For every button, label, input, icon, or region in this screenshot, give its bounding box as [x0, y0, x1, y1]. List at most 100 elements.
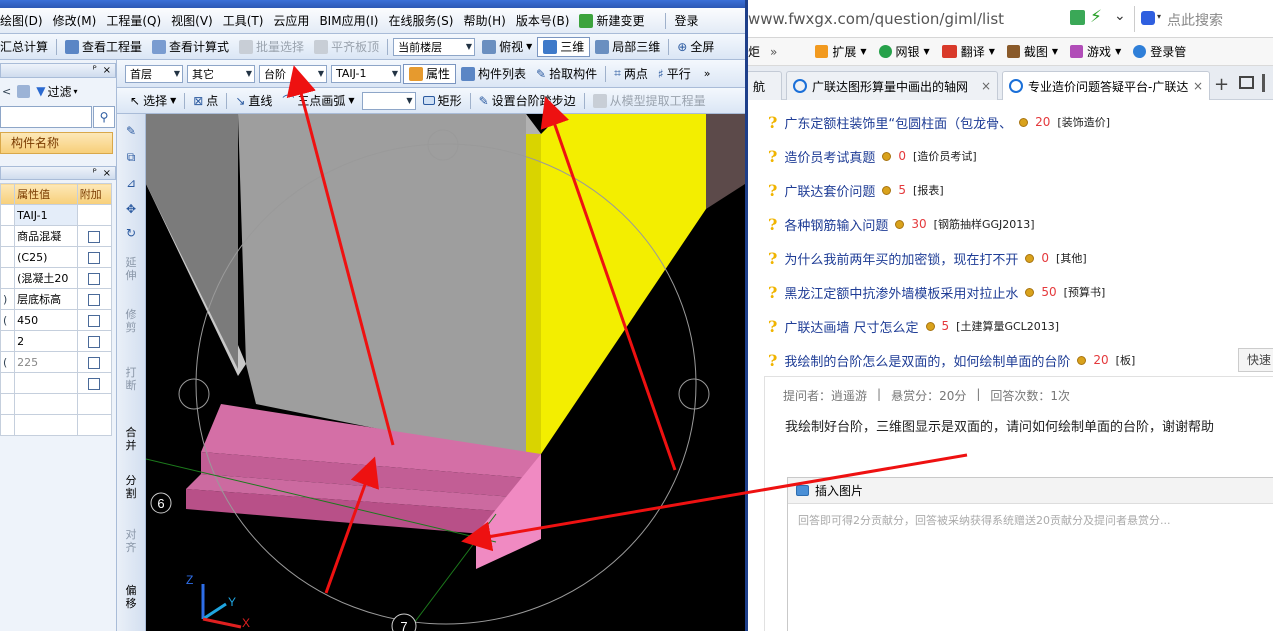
parallel-button[interactable]: ♯ 平行 [653, 60, 696, 87]
property-value[interactable]: 225 [14, 351, 78, 373]
insert-image-button[interactable]: 插入图片 [788, 478, 1273, 504]
menu-view[interactable]: 视图(V) [166, 8, 218, 33]
floor-select[interactable]: 首层 ▼ [125, 64, 183, 83]
netbank-button[interactable]: 网银 ▼ [878, 43, 930, 60]
extra-checkbox[interactable] [88, 251, 101, 264]
menu-tools[interactable]: 工具(T) [218, 8, 269, 33]
question-row[interactable]: ? 广联达画墙 尺寸怎么定 5 [土建算量GCL2013] [768, 315, 1059, 337]
extra-checkbox[interactable] [88, 356, 101, 369]
line-tool[interactable]: ↘ 直线 [230, 88, 277, 113]
close-icon[interactable]: × [103, 65, 111, 76]
pick-component-button[interactable]: ✎ 拾取构件 [531, 60, 602, 87]
extra-checkbox[interactable] [88, 335, 101, 348]
tab-axis-grid[interactable]: 广联达图形算量中画出的轴网 × [786, 71, 998, 100]
new-component-icon[interactable] [17, 84, 31, 98]
break-tool[interactable]: 打断 [121, 366, 141, 392]
move-icon[interactable]: ✥ [124, 202, 138, 216]
quick-answer-button[interactable]: 快速 [1238, 348, 1273, 372]
menu-modify[interactable]: 修改(M) [48, 8, 102, 33]
lightning-icon[interactable]: ⚡ [1090, 7, 1102, 27]
property-value[interactable] [14, 414, 78, 436]
property-value[interactable] [14, 393, 78, 415]
question-title[interactable]: 各种钢筋输入问题 [784, 215, 888, 234]
menu-help[interactable]: 帮助(H) [458, 8, 510, 33]
component-list-button[interactable]: 构件列表 [456, 60, 531, 87]
menu-version[interactable]: 版本号(B) [511, 8, 575, 33]
three-d-button[interactable]: 三维 [537, 36, 591, 57]
element-name-select[interactable]: TAIJ-1 ▼ [331, 64, 401, 83]
question-title[interactable]: 我绘制的台阶怎么是双面的，如何绘制单面的台阶 [784, 351, 1070, 370]
translate-button[interactable]: 翻译 ▼ [941, 43, 995, 60]
question-row[interactable]: ? 广东定额柱装饰里“包圆柱面（包龙骨、 20 [装饰造价] [768, 111, 1110, 133]
floor-scope-select[interactable]: 当前楼层 ▼ [393, 37, 476, 56]
close-icon[interactable]: × [103, 168, 111, 179]
arc-tool[interactable]: ⌒ 三点画弧 ▼ [277, 88, 359, 113]
trim-tool[interactable]: 修剪 [121, 308, 141, 334]
menu-online-service[interactable]: 在线服务(S) [383, 8, 458, 33]
more-icon[interactable]: » [770, 45, 777, 59]
three-d-viewport[interactable]: 6 7 Z Y X [146, 114, 745, 631]
local-3d-button[interactable]: 局部三维 [590, 34, 665, 59]
search-icon[interactable]: ⚲ [93, 106, 115, 128]
brush-icon[interactable]: ✎ [124, 124, 138, 138]
question-title[interactable]: 为什么我前两年买的加密锁，现在打不开 [784, 249, 1018, 268]
property-value[interactable]: 层底标高 [14, 288, 78, 310]
select-tool[interactable]: ↖ 选择 ▼ [125, 88, 181, 113]
property-value[interactable] [14, 372, 78, 394]
property-value[interactable]: 2 [14, 330, 78, 352]
question-title[interactable]: 黑龙江定额中抗渗外墙模板采用对拉止水 [784, 283, 1018, 302]
new-change-button[interactable]: 新建变更 [574, 8, 649, 33]
view-mode-dropdown[interactable]: 俯视 ▼ [477, 34, 537, 59]
menu-cloud[interactable]: 云应用 [268, 8, 314, 33]
draw-mode-select[interactable]: ▼ [361, 91, 416, 110]
close-tab-icon[interactable]: × [1193, 79, 1203, 93]
rotate-icon[interactable]: ↻ [124, 226, 138, 240]
question-row[interactable]: ? 我绘制的台阶怎么是双面的，如何绘制单面的台阶 20 [板] [768, 349, 1135, 371]
search-box[interactable]: ▾ 点此搜索 [1134, 6, 1273, 32]
category-select[interactable]: 其它 ▼ [187, 64, 255, 83]
extract-from-model-button[interactable]: 从模型提取工程量 [588, 88, 711, 113]
two-points-button[interactable]: ⌗ 两点 [609, 60, 653, 87]
qr-icon[interactable] [1070, 10, 1085, 25]
view-project-button[interactable]: 查看工程量 [60, 34, 147, 59]
split-tool[interactable]: 分割 [121, 474, 141, 500]
extend-tool[interactable]: 延伸 [121, 256, 141, 282]
pin-icon[interactable]: ᴾ [93, 65, 97, 76]
extensions-button[interactable]: 扩展 ▼ [815, 43, 867, 60]
back-icon[interactable]: < [2, 85, 11, 98]
question-row[interactable]: ? 黑龙江定额中抗渗外墙模板采用对拉止水 50 [预算书] [768, 281, 1105, 303]
component-search-input[interactable] [0, 106, 92, 128]
calc-button[interactable]: 汇总计算 [0, 34, 53, 59]
attribute-button[interactable]: 属性 [403, 63, 457, 84]
screenshot-button[interactable]: 截图 ▼ [1006, 43, 1058, 60]
filter-button[interactable]: ▼ 过滤 ▾ [36, 83, 77, 100]
tab-question-platform[interactable]: 专业造价问题答疑平台-广联达 × [1002, 71, 1210, 100]
copy-icon[interactable]: ⧉ [124, 150, 138, 164]
menu-quantity[interactable]: 工程量(Q) [101, 8, 166, 33]
question-title[interactable]: 造价员考试真题 [784, 147, 875, 166]
property-value[interactable]: 商品混凝 [14, 225, 78, 247]
games-button[interactable]: 游戏 ▼ [1070, 43, 1121, 60]
question-row[interactable]: ? 广联达套价问题 5 [报表] [768, 179, 944, 201]
menu-bim[interactable]: BIM应用(I) [314, 8, 383, 33]
menu-draw[interactable]: 绘图(D) [0, 8, 48, 33]
align-tool[interactable]: 对齐 [121, 528, 141, 554]
set-step-edge-button[interactable]: ✎ 设置台阶踏步边 [474, 88, 581, 113]
question-title[interactable]: 广联达套价问题 [784, 181, 875, 200]
url-field[interactable]: www.fwxgx.com/question/giml/list [748, 10, 1004, 28]
batch-select-button[interactable]: 批量选择 [234, 34, 309, 59]
extra-checkbox[interactable] [88, 272, 101, 285]
flat-slab-top-button[interactable]: 平齐板顶 [309, 34, 384, 59]
answer-editor[interactable]: 插入图片 回答即可得2分贡献分，回答被采纳获得系统赠送20贡献分及提问者悬赏分.… [787, 477, 1273, 631]
dropdown-chevron-icon[interactable]: ⌄ [1114, 8, 1126, 24]
tab-scroll-icon[interactable] [1262, 74, 1265, 92]
extra-checkbox[interactable] [88, 377, 101, 390]
question-title[interactable]: 广东定额柱装饰里“包圆柱面（包龙骨、 [784, 113, 1012, 132]
close-tab-icon[interactable]: × [981, 79, 991, 93]
fullscreen-button[interactable]: ⊕ 全屏 [672, 34, 719, 59]
offset-tool[interactable]: 偏移 [121, 584, 141, 610]
property-value[interactable]: (C25) [14, 246, 78, 268]
extra-checkbox[interactable] [88, 230, 101, 243]
mirror-icon[interactable]: ⊿ [124, 176, 138, 190]
extra-checkbox[interactable] [88, 314, 101, 327]
